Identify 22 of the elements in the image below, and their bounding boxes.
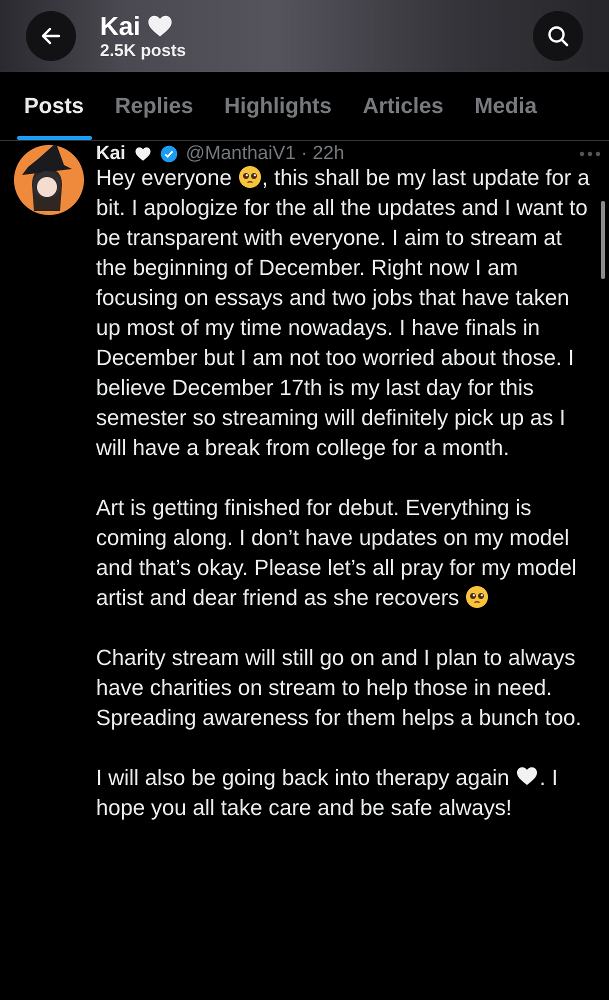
post-text: Hey everyone , this shall be my last update for a bit. I apologize for the all the updates and I want to be transparent with everyone. I aim to stream at the beginning of December. Right now I am focusing on essays and two jobs that have taken up most of my time nowadays. I have finals in December but I am not too worried about those. I believe December 17th is my last day for this semester so streaming will definitely pick up as I will have a break from college for a month. bbox=[96, 164, 591, 462]
profile-tab[interactable]: Replies bbox=[108, 72, 210, 140]
search-button[interactable] bbox=[533, 11, 583, 61]
pleading-face-icon bbox=[238, 165, 262, 189]
profile-tab[interactable]: Posts bbox=[17, 72, 100, 140]
profile-tab[interactable]: Articles bbox=[356, 72, 460, 140]
author-name: Kai bbox=[96, 145, 126, 163]
pleading-face-icon bbox=[465, 585, 490, 609]
post-text: Art is getting finished for debut. Everything is coming along. I don’t have updates on my model and that’s okay. Please let’s all pray for my model artist and dear friend as she recovers bbox=[96, 494, 578, 612]
profile-tab[interactable]: Highlights bbox=[217, 72, 348, 140]
back-button[interactable] bbox=[26, 11, 76, 61]
heart-icon bbox=[515, 764, 540, 788]
heart-icon bbox=[134, 145, 152, 163]
profile-name: Kai bbox=[100, 11, 140, 41]
post-count: 2.5K posts bbox=[100, 41, 187, 61]
post-text: Charity stream will still go on and I plan to always have charities on stream to help those in need. Spreading awareness for them helps a bunch too. bbox=[96, 644, 583, 732]
handle-and-time: @ManthaiV1 · 22h bbox=[186, 145, 344, 163]
more-icon[interactable] bbox=[579, 151, 601, 157]
profile-tab[interactable]: Media bbox=[467, 72, 553, 140]
avatar bbox=[14, 145, 84, 215]
post-text: I will also be going back into therapy again . I hope you all take care and be safe always! bbox=[96, 763, 559, 822]
search-icon bbox=[546, 24, 570, 48]
